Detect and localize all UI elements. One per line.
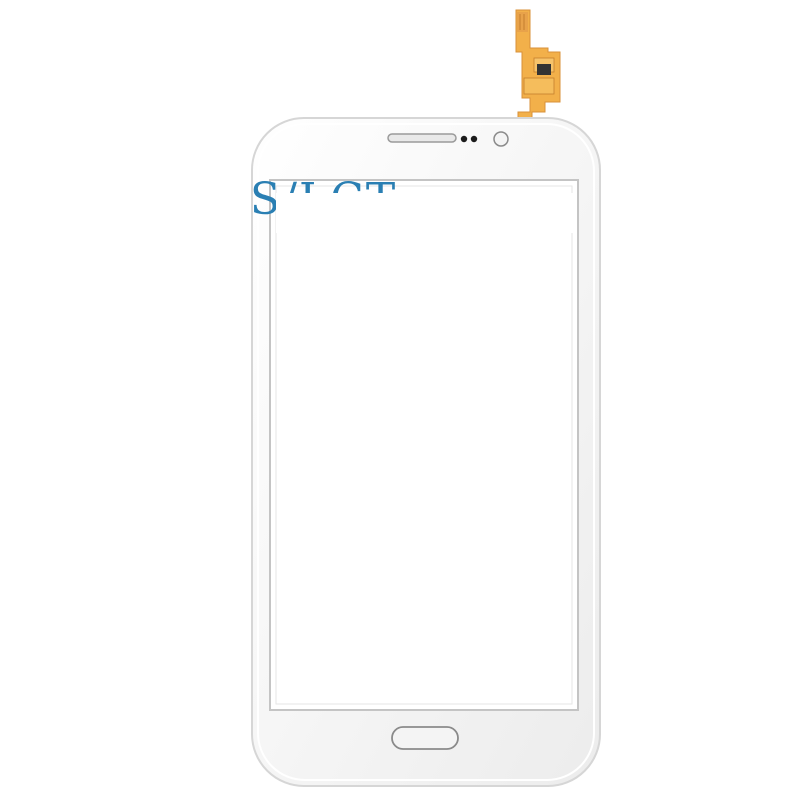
earpiece-slot <box>387 133 457 143</box>
chip <box>537 64 551 75</box>
camera-hole <box>493 131 509 147</box>
sensor-dot <box>470 135 478 143</box>
display-window-fill <box>276 193 576 233</box>
product-photo: S/LCT <box>0 0 800 800</box>
flex-cable <box>515 9 561 127</box>
digitizer-panel <box>251 9 601 787</box>
sensor-dot <box>460 135 468 143</box>
home-button-opening <box>391 726 459 750</box>
